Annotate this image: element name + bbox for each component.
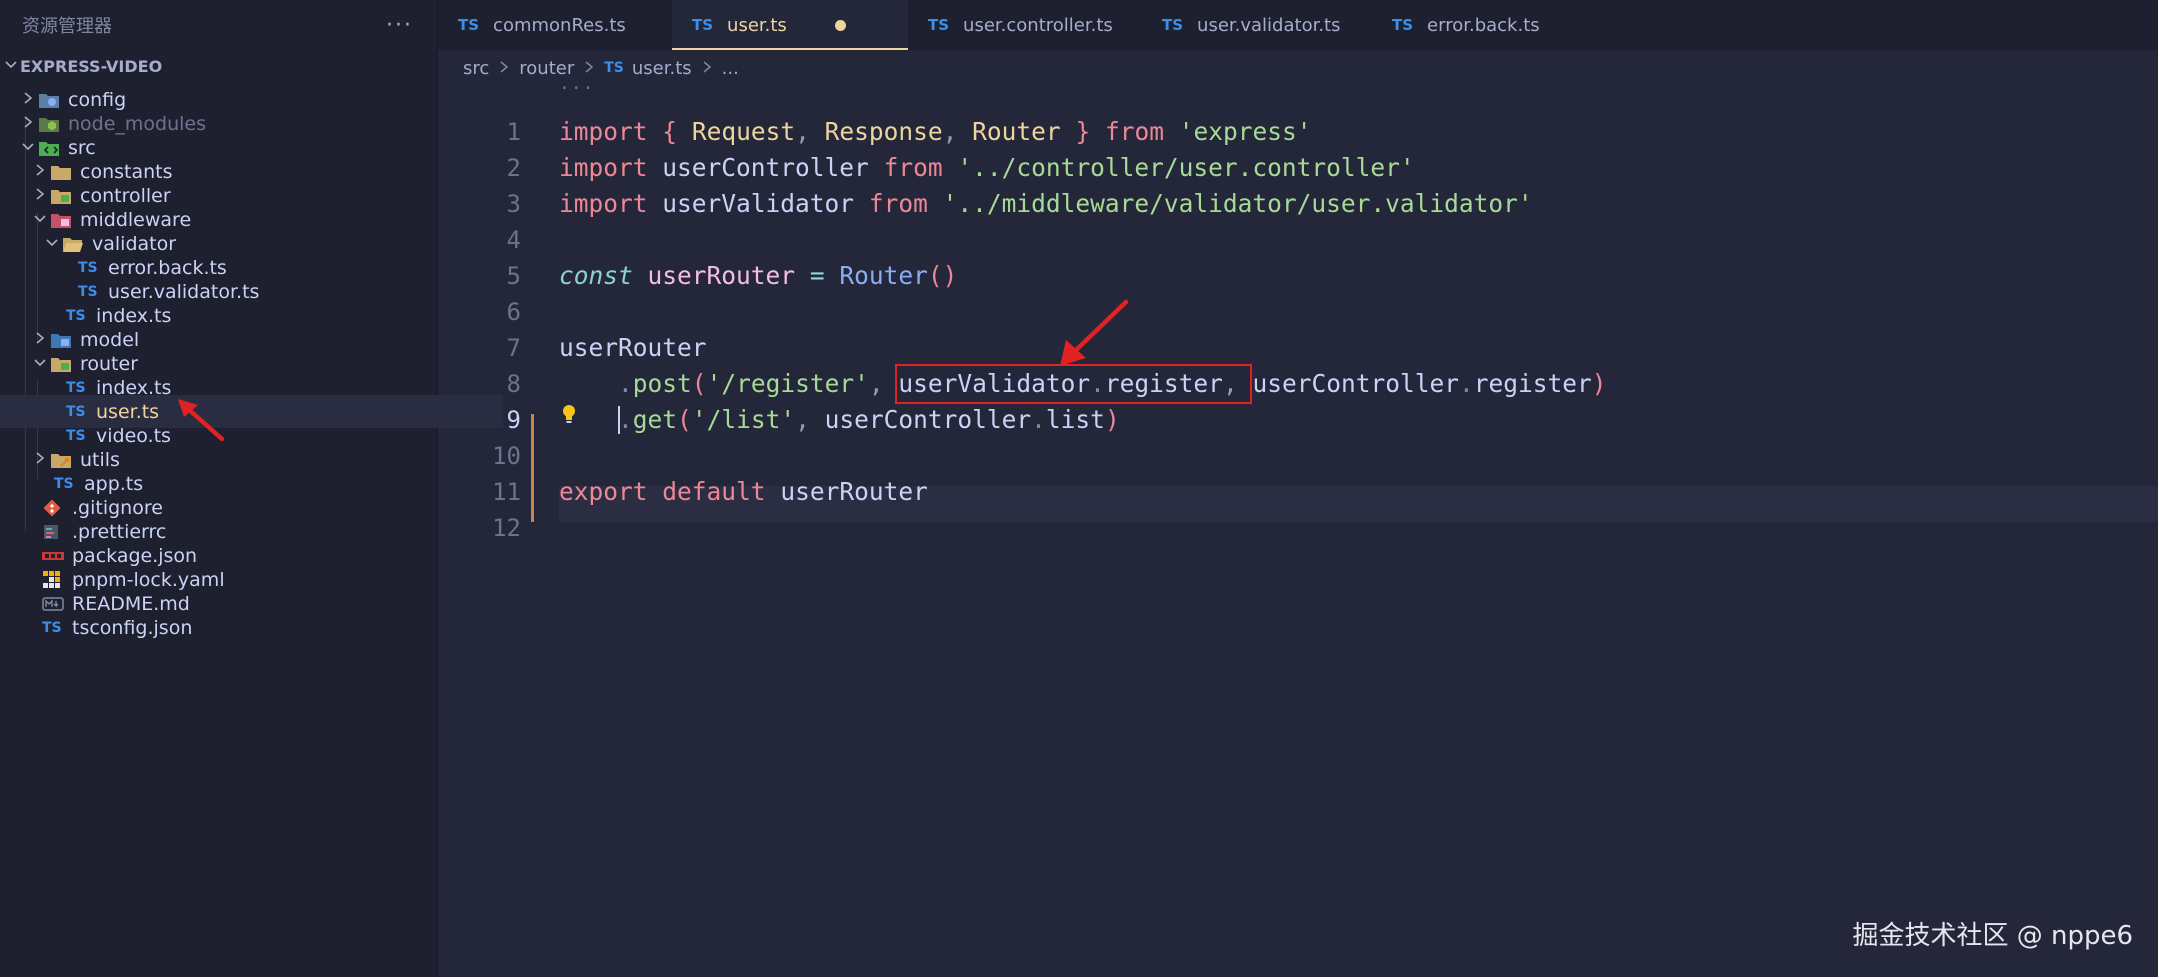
folder-src-icon — [38, 139, 68, 157]
chevron-right-icon — [584, 59, 594, 78]
breadcrumb: src router TS user.ts ... — [463, 56, 739, 80]
line-number: 9 — [506, 406, 521, 434]
lightbulb-icon[interactable] — [561, 404, 577, 426]
folder-config-icon — [38, 91, 68, 109]
explorer-header: 资源管理器 ··· — [0, 0, 437, 50]
code-line: import userController from '../controlle… — [559, 153, 1415, 182]
explorer-sidebar: 资源管理器 ··· EXPRESS-VIDEO config node_modu… — [0, 0, 503, 977]
tab-label: user.controller.ts — [963, 14, 1113, 36]
folder-router-icon — [50, 355, 80, 373]
tab-label: user.ts — [727, 14, 787, 36]
tab-user-ts[interactable]: TS user.ts — [672, 0, 908, 50]
code-line: import userValidator from '../middleware… — [559, 189, 1533, 218]
typescript-file-icon: TS — [1162, 16, 1184, 34]
typescript-file-icon: TS — [66, 427, 86, 444]
code-line: import { Request, Response, Router } fro… — [559, 117, 1312, 146]
folder-controller-icon — [50, 187, 80, 205]
typescript-file-icon: TS — [928, 16, 950, 34]
text-cursor — [618, 406, 620, 434]
npm-icon — [42, 551, 72, 561]
code-line: userRouter — [559, 333, 707, 362]
typescript-file-icon: TS — [458, 16, 480, 34]
typescript-file-icon: TS — [66, 403, 86, 420]
folder-middleware-icon — [50, 211, 80, 229]
code-line: const userRouter = Router() — [559, 261, 958, 290]
sticky-scroll-indicator: ··· — [559, 78, 595, 99]
chevron-down-icon — [2, 57, 20, 76]
line-number: 5 — [506, 262, 521, 290]
folder-model-icon — [50, 331, 80, 349]
typescript-file-icon: TS — [66, 307, 86, 324]
annotation-arrow-icon — [1060, 299, 1129, 366]
project-root[interactable]: EXPRESS-VIDEO — [0, 50, 437, 83]
tab-label: user.validator.ts — [1197, 14, 1341, 36]
tab-common-res-ts[interactable]: TS commonRes.ts — [438, 0, 672, 50]
line-number: 12 — [492, 514, 521, 542]
line-number: 10 — [492, 442, 521, 470]
editor-tabs: TS commonRes.ts TS user.ts TS user.contr… — [438, 0, 2158, 50]
tree-item-tsconfig[interactable]: TS tsconfig.json — [0, 611, 479, 644]
breadcrumb-item[interactable]: router — [519, 58, 574, 79]
line-number: 11 — [492, 478, 521, 506]
folder-node-icon — [38, 115, 68, 133]
tsconfig-icon: TS — [42, 619, 62, 636]
tab-error-back-ts[interactable]: TS error.back.ts — [1372, 0, 1582, 50]
tab-label: error.back.ts — [1427, 14, 1540, 36]
code-editor[interactable]: ··· 1 2 3 4 5 6 7 8 9 10 11 12 import { … — [438, 78, 2158, 977]
annotation-arrow-icon — [178, 399, 225, 442]
prettier-icon — [42, 523, 72, 541]
typescript-file-icon: TS — [1392, 16, 1414, 34]
line-number: 1 — [506, 118, 521, 146]
folder-open-icon — [62, 235, 92, 253]
code-line: .get('/list', userController.list) — [618, 405, 1120, 434]
markdown-icon — [42, 596, 72, 611]
tab-user-validator-ts[interactable]: TS user.validator.ts — [1142, 0, 1372, 50]
more-actions-icon[interactable]: ··· — [386, 13, 413, 38]
typescript-file-icon: TS — [66, 379, 86, 396]
line-number: 8 — [506, 370, 521, 398]
breadcrumb-item[interactable]: user.ts — [632, 58, 692, 79]
code-line: export default userRouter — [559, 477, 928, 506]
breadcrumb-item[interactable]: ... — [722, 58, 739, 79]
line-number: 3 — [506, 190, 521, 218]
typescript-file-icon: TS — [692, 16, 714, 34]
modified-lines-indicator — [531, 414, 534, 522]
tree-item-label: tsconfig.json — [72, 616, 193, 639]
chevron-right-icon — [702, 59, 712, 78]
tab-label: commonRes.ts — [493, 14, 626, 36]
breadcrumb-item[interactable]: src — [463, 58, 489, 79]
line-number: 2 — [506, 154, 521, 182]
folder-icon — [50, 163, 80, 181]
watermark: 掘金技术社区 @ nppe6 — [1852, 921, 2133, 951]
project-name: EXPRESS-VIDEO — [20, 57, 163, 76]
unsaved-dot-icon[interactable] — [834, 19, 846, 31]
line-number: 7 — [506, 334, 521, 362]
line-number: 4 — [506, 226, 521, 254]
explorer-title: 资源管理器 — [22, 16, 112, 37]
typescript-file-icon: TS — [78, 259, 98, 276]
line-number: 6 — [506, 298, 521, 326]
tab-user-controller-ts[interactable]: TS user.controller.ts — [908, 0, 1142, 50]
typescript-file-icon: TS — [78, 283, 98, 300]
chevron-right-icon — [499, 59, 509, 78]
typescript-file-icon: TS — [604, 60, 624, 76]
typescript-file-icon: TS — [54, 475, 74, 492]
folder-utils-icon — [50, 451, 80, 469]
